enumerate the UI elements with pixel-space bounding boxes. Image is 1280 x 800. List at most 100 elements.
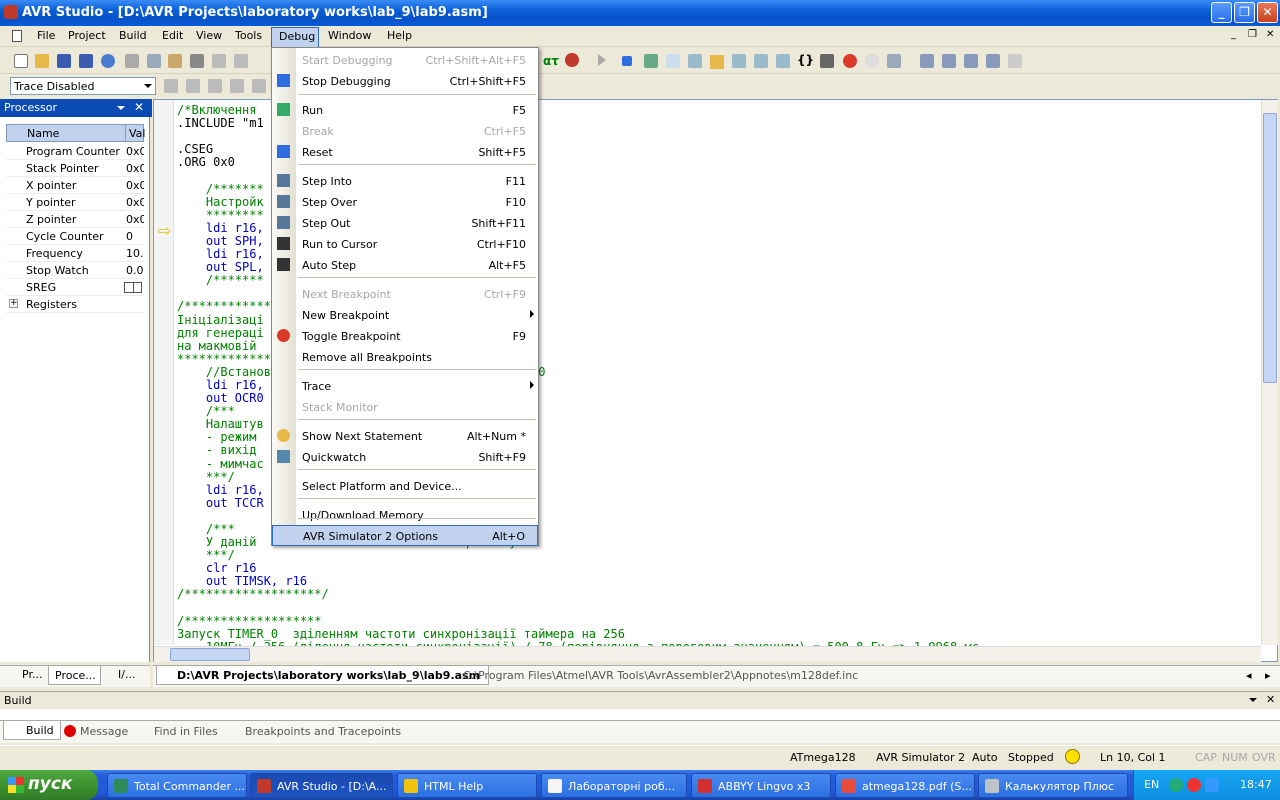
trace-start-icon[interactable] — [164, 79, 178, 93]
auto-step-icon[interactable] — [820, 54, 834, 68]
tab-scroll-right-icon[interactable]: ▸ — [1265, 669, 1271, 682]
menu-item-show-next-statement[interactable]: Show Next Statement Alt+Num * — [272, 426, 538, 447]
build-panel-dropdown-icon[interactable] — [1249, 698, 1257, 702]
menu-item-stop-debugging[interactable]: Stop Debugging Ctrl+Shift+F5 — [272, 71, 538, 92]
build-output[interactable] — [0, 709, 1280, 721]
save-icon[interactable] — [57, 54, 71, 68]
tray-app-icon[interactable] — [1169, 778, 1183, 792]
processor-row[interactable]: Y pointer 0x0 — [6, 194, 144, 211]
disassembler-icon[interactable] — [1008, 54, 1022, 68]
taskbar-button[interactable]: atmega128.pdf (S... — [835, 773, 975, 798]
processor-row[interactable]: Stack Pointer 0x0 — [6, 160, 144, 177]
run-icon[interactable] — [598, 54, 606, 66]
horizontal-scroll-thumb[interactable] — [170, 648, 250, 661]
menu-item-select-platform-and-device[interactable]: Select Platform and Device... — [272, 476, 538, 497]
register-window-icon[interactable] — [964, 54, 978, 68]
language-indicator[interactable]: EN — [1144, 778, 1159, 791]
taskbar-button[interactable]: AVR Studio - [D:\A... — [250, 773, 393, 798]
io-window-icon[interactable] — [986, 54, 1000, 68]
col-name-header[interactable]: Name — [27, 127, 59, 140]
menu-item-toggle-breakpoint[interactable]: Toggle Breakpoint F9 — [272, 326, 538, 347]
panel-close-icon[interactable]: ✕ — [134, 100, 144, 114]
menu-edit[interactable]: Edit — [162, 29, 183, 42]
processor-row[interactable]: X pointer 0x0 — [6, 177, 144, 194]
undo-history-icon[interactable] — [101, 54, 115, 68]
processor-row[interactable]: Z pointer 0x0 — [6, 211, 144, 228]
trace-up-icon[interactable] — [252, 79, 266, 93]
cut-icon[interactable] — [125, 54, 139, 68]
trace-down-icon[interactable] — [230, 79, 244, 93]
memory-window-icon[interactable] — [942, 54, 956, 68]
menu-item-up-download-memory[interactable]: Up/Download Memory — [272, 505, 538, 526]
sreg-flags[interactable] — [124, 282, 142, 293]
horizontal-scrollbar[interactable] — [154, 646, 1261, 662]
doc-tab-m128def[interactable]: C:\Program Files\Atmel\AVR Tools\AvrAsse… — [446, 669, 858, 688]
tab-io[interactable]: I/... — [100, 668, 135, 687]
open-folder-icon[interactable] — [35, 54, 49, 68]
undo-icon[interactable] — [212, 54, 226, 68]
code-line[interactable]: ***/ — [177, 549, 979, 562]
processor-row[interactable]: Program Counter 0x0 — [6, 143, 144, 160]
tab-scroll-left-icon[interactable]: ◂ — [1246, 669, 1252, 682]
tab-project[interactable]: Pr... — [4, 668, 42, 687]
code-line[interactable]: Запуск TIMER_0 зділенням частоти синхрон… — [177, 627, 979, 641]
processor-row[interactable]: Frequency 10.0 — [6, 245, 144, 262]
doc-tab-lab9[interactable]: D:\AVR Projects\laboratory works\lab_9\l… — [156, 666, 490, 685]
panel-dropdown-icon[interactable] — [117, 106, 125, 110]
step-over-icon[interactable] — [732, 54, 746, 68]
doc-close-button[interactable]: ✕ — [1266, 29, 1274, 40]
braces-icon[interactable]: {} — [797, 53, 814, 67]
vertical-scroll-thumb[interactable] — [1263, 113, 1277, 383]
trace-clear-icon[interactable] — [208, 79, 222, 93]
taskbar-button[interactable]: ABBYY Lingvo x3 — [691, 773, 831, 798]
menu-tools[interactable]: Tools — [235, 29, 262, 42]
menu-help[interactable]: Help — [387, 29, 412, 42]
tab-processor[interactable]: Proce... — [48, 666, 101, 685]
menu-file[interactable]: File — [37, 29, 55, 42]
show-next-statement-icon[interactable] — [710, 55, 724, 69]
menu-item-remove-all-breakpoints[interactable]: Remove all Breakpoints — [272, 347, 538, 368]
menu-item-run-to-cursor[interactable]: Run to Cursor Ctrl+F10 — [272, 234, 538, 255]
redo-icon[interactable] — [234, 54, 248, 68]
trace-stop-icon[interactable] — [186, 79, 200, 93]
trace-select[interactable]: Trace Disabled — [10, 77, 156, 95]
processor-row[interactable]: Cycle Counter 0 — [6, 228, 144, 245]
run-to-cursor-icon[interactable] — [776, 54, 790, 68]
menu-debug[interactable]: Debug — [271, 27, 319, 47]
menu-item-new-breakpoint[interactable]: New Breakpoint — [272, 305, 538, 326]
expand-icon[interactable]: + — [9, 299, 18, 308]
stop-icon[interactable] — [622, 56, 632, 66]
tab-breakpoints[interactable]: Breakpoints and Tracepoints — [245, 725, 401, 744]
menu-item-avr-simulator-2-options[interactable]: AVR Simulator 2 Options Alt+O — [272, 525, 538, 546]
quickwatch-icon[interactable] — [887, 54, 901, 68]
tab-build[interactable]: Build — [3, 721, 61, 740]
processor-row[interactable]: SREG — [6, 279, 144, 296]
doc-restore-button[interactable]: ❐ — [1248, 29, 1257, 40]
menu-item-step-out[interactable]: Step Out Shift+F11 — [272, 213, 538, 234]
tab-find-in-files[interactable]: Find in Files — [154, 725, 218, 744]
processor-row[interactable]: Stop Watch 0.0 — [6, 262, 144, 279]
taskbar-button[interactable]: Калькулятор Плюс — [978, 773, 1128, 798]
assemble-icon[interactable]: ατ — [543, 54, 559, 68]
code-line[interactable]: /******************* — [177, 614, 979, 628]
tab-message[interactable]: Message — [80, 725, 128, 744]
paste-icon[interactable] — [168, 54, 182, 68]
menu-item-quickwatch[interactable]: Quickwatch Shift+F9 — [272, 447, 538, 468]
menu-window[interactable]: Window — [328, 29, 371, 42]
build-panel-close-icon[interactable]: ✕ — [1266, 693, 1275, 706]
menu-item-auto-step[interactable]: Auto Step Alt+F5 — [272, 255, 538, 276]
breakpoint-icon[interactable] — [843, 54, 857, 68]
vertical-scrollbar[interactable] — [1261, 100, 1278, 645]
col-value-header[interactable]: Val — [129, 127, 145, 140]
reset-icon[interactable] — [644, 54, 658, 68]
close-button[interactable]: ✕ — [1257, 2, 1278, 23]
maximize-button[interactable]: ❐ — [1234, 2, 1255, 23]
menu-item-run[interactable]: Run F5 — [272, 100, 538, 121]
start-button[interactable]: пуск — [0, 770, 98, 800]
code-line[interactable] — [177, 602, 979, 615]
pause-icon[interactable] — [666, 54, 680, 68]
print-icon[interactable] — [190, 54, 204, 68]
taskbar-button[interactable]: HTML Help — [397, 773, 537, 798]
remove-breakpoints-icon[interactable] — [865, 54, 879, 68]
menu-item-trace[interactable]: Trace — [272, 376, 538, 397]
